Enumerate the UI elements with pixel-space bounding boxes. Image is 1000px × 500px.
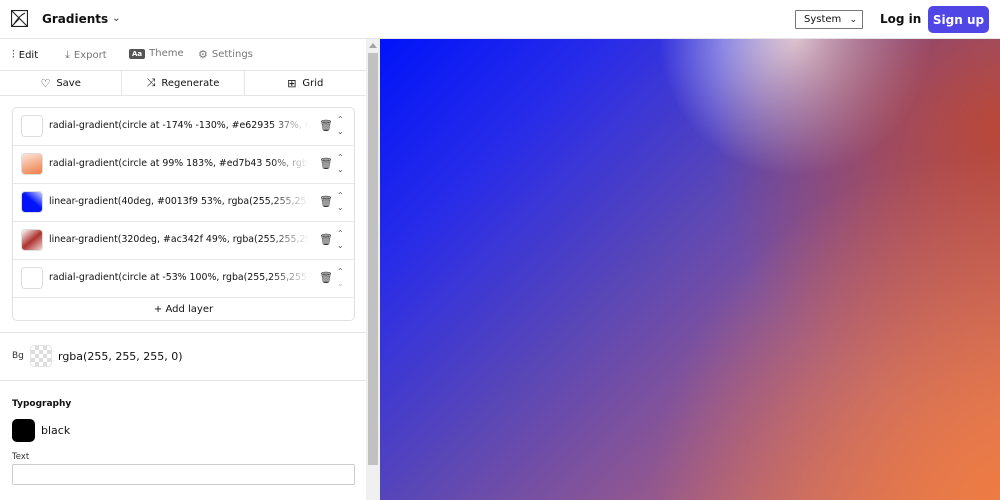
regenerate-label: Regenerate	[161, 77, 220, 89]
chevron-down-icon[interactable]: ⌄	[337, 278, 344, 290]
background-row: Bg rgba(255, 255, 255, 0)	[12, 344, 183, 368]
reorder-control[interactable]: ⌃ ⌄	[337, 114, 344, 138]
chevron-down-icon[interactable]: ⌄	[337, 240, 344, 252]
trash-icon[interactable]: 🗑	[319, 157, 333, 170]
chevron-down-icon[interactable]: ⌄	[337, 126, 344, 138]
typography-title: Typography	[12, 399, 72, 409]
chevron-up-icon[interactable]: ⌃	[337, 228, 344, 240]
tab-label: Theme	[149, 48, 184, 59]
background-label: Bg	[12, 351, 24, 361]
layer-value[interactable]: linear-gradient(40deg, #0013f9 53%, rgba…	[49, 196, 309, 207]
logo-icon[interactable]	[11, 10, 28, 27]
scrollbar-thumb[interactable]	[368, 53, 378, 465]
gear-icon: ⚙	[198, 48, 208, 61]
grid-icon: ⊞	[287, 76, 297, 90]
regenerate-button[interactable]: ⤨ Regenerate	[122, 71, 245, 95]
background-swatch[interactable]	[30, 345, 52, 367]
layer-item[interactable]: linear-gradient(320deg, #ac342f 49%, rgb…	[13, 222, 354, 260]
layer-value[interactable]: radial-gradient(circle at -53% 100%, rgb…	[49, 272, 309, 283]
reorder-control[interactable]: ⌃ ⌄	[337, 152, 344, 176]
layer-swatch[interactable]	[21, 153, 43, 175]
chevron-up-icon[interactable]: ⌃	[337, 114, 344, 126]
layer-item[interactable]: radial-gradient(circle at 99% 183%, #ed7…	[13, 146, 354, 184]
sliders-icon: ⫶	[12, 48, 15, 61]
theme-select-value: System	[804, 14, 842, 25]
tab-label: Edit	[18, 49, 39, 61]
chevron-up-icon[interactable]: ⌃	[337, 152, 344, 164]
editor-panel: ⫶ Edit ⤓ Export Aa Theme ⚙ Settings ♡ Sa…	[0, 39, 366, 500]
heart-icon: ♡	[40, 76, 51, 90]
text-label: Text	[12, 452, 30, 462]
grid-button[interactable]: ⊞ Grid	[245, 71, 366, 95]
layer-value[interactable]: radial-gradient(circle at 99% 183%, #ed7…	[49, 158, 309, 169]
tab-label: Settings	[211, 49, 253, 60]
top-bar: Gradients ⌄ System ⌄ Log in Sign up	[0, 0, 1000, 39]
divider	[0, 332, 366, 333]
typography-color-row: black	[12, 419, 70, 442]
chevron-up-icon[interactable]: ⌃	[337, 266, 344, 278]
signup-button[interactable]: Sign up	[928, 6, 989, 33]
trash-icon[interactable]: 🗑	[319, 119, 333, 132]
tab-bar: ⫶ Edit ⤓ Export Aa Theme ⚙ Settings	[0, 39, 366, 70]
layer-list: radial-gradient(circle at -174% -130%, #…	[12, 107, 355, 321]
layer-swatch[interactable]	[21, 191, 43, 213]
reorder-control[interactable]: ⌃ ⌄	[337, 228, 344, 252]
layer-value[interactable]: linear-gradient(320deg, #ac342f 49%, rgb…	[49, 234, 309, 245]
login-button[interactable]: Log in	[880, 12, 921, 26]
add-layer-button[interactable]: + Add layer	[13, 298, 354, 320]
shuffle-icon: ⤨	[146, 76, 156, 89]
aa-icon: Aa	[129, 48, 146, 59]
scroll-up-icon[interactable]	[369, 43, 377, 48]
action-bar: ♡ Save ⤨ Regenerate ⊞ Grid	[0, 70, 366, 96]
layer-item[interactable]: linear-gradient(40deg, #0013f9 53%, rgba…	[13, 184, 354, 222]
chevron-down-icon[interactable]: ⌄	[337, 202, 344, 214]
text-input[interactable]	[12, 464, 355, 485]
layer-swatch[interactable]	[21, 229, 43, 251]
background-value[interactable]: rgba(255, 255, 255, 0)	[58, 350, 183, 363]
app-title: Gradients	[42, 12, 109, 26]
trash-icon[interactable]: 🗑	[319, 233, 333, 246]
download-icon: ⤓	[65, 48, 70, 61]
gradient-preview-overlay	[380, 39, 1000, 500]
chevron-down-icon[interactable]: ⌄	[337, 164, 344, 176]
divider	[0, 380, 366, 381]
tab-edit[interactable]: ⫶ Edit	[12, 48, 38, 62]
tab-theme[interactable]: Aa Theme	[129, 48, 184, 59]
chevron-up-icon[interactable]: ⌃	[337, 190, 344, 202]
reorder-control[interactable]: ⌃ ⌄	[337, 190, 344, 214]
panel-scrollbar[interactable]	[366, 39, 380, 500]
reorder-control[interactable]: ⌃ ⌄	[337, 266, 344, 290]
chevron-down-icon: ⌄	[849, 14, 857, 25]
grid-label: Grid	[302, 77, 324, 89]
save-button[interactable]: ♡ Save	[0, 71, 123, 95]
layer-item[interactable]: radial-gradient(circle at -53% 100%, rgb…	[13, 260, 354, 298]
layer-value[interactable]: radial-gradient(circle at -174% -130%, #…	[49, 120, 309, 131]
text-color-swatch[interactable]	[12, 419, 35, 442]
chevron-down-icon: ⌄	[112, 12, 121, 24]
save-label: Save	[56, 77, 81, 89]
layer-swatch[interactable]	[21, 115, 43, 137]
layer-swatch[interactable]	[21, 267, 43, 289]
tab-label: Export	[73, 49, 107, 61]
trash-icon[interactable]: 🗑	[319, 271, 333, 284]
tab-settings[interactable]: ⚙ Settings	[198, 48, 253, 61]
app-title-menu[interactable]: Gradients ⌄	[42, 12, 121, 26]
tab-export[interactable]: ⤓ Export	[65, 48, 107, 62]
theme-select[interactable]: System ⌄	[795, 10, 863, 29]
text-color-value[interactable]: black	[41, 424, 70, 437]
trash-icon[interactable]: 🗑	[319, 195, 333, 208]
layer-item[interactable]: radial-gradient(circle at -174% -130%, #…	[13, 108, 354, 146]
